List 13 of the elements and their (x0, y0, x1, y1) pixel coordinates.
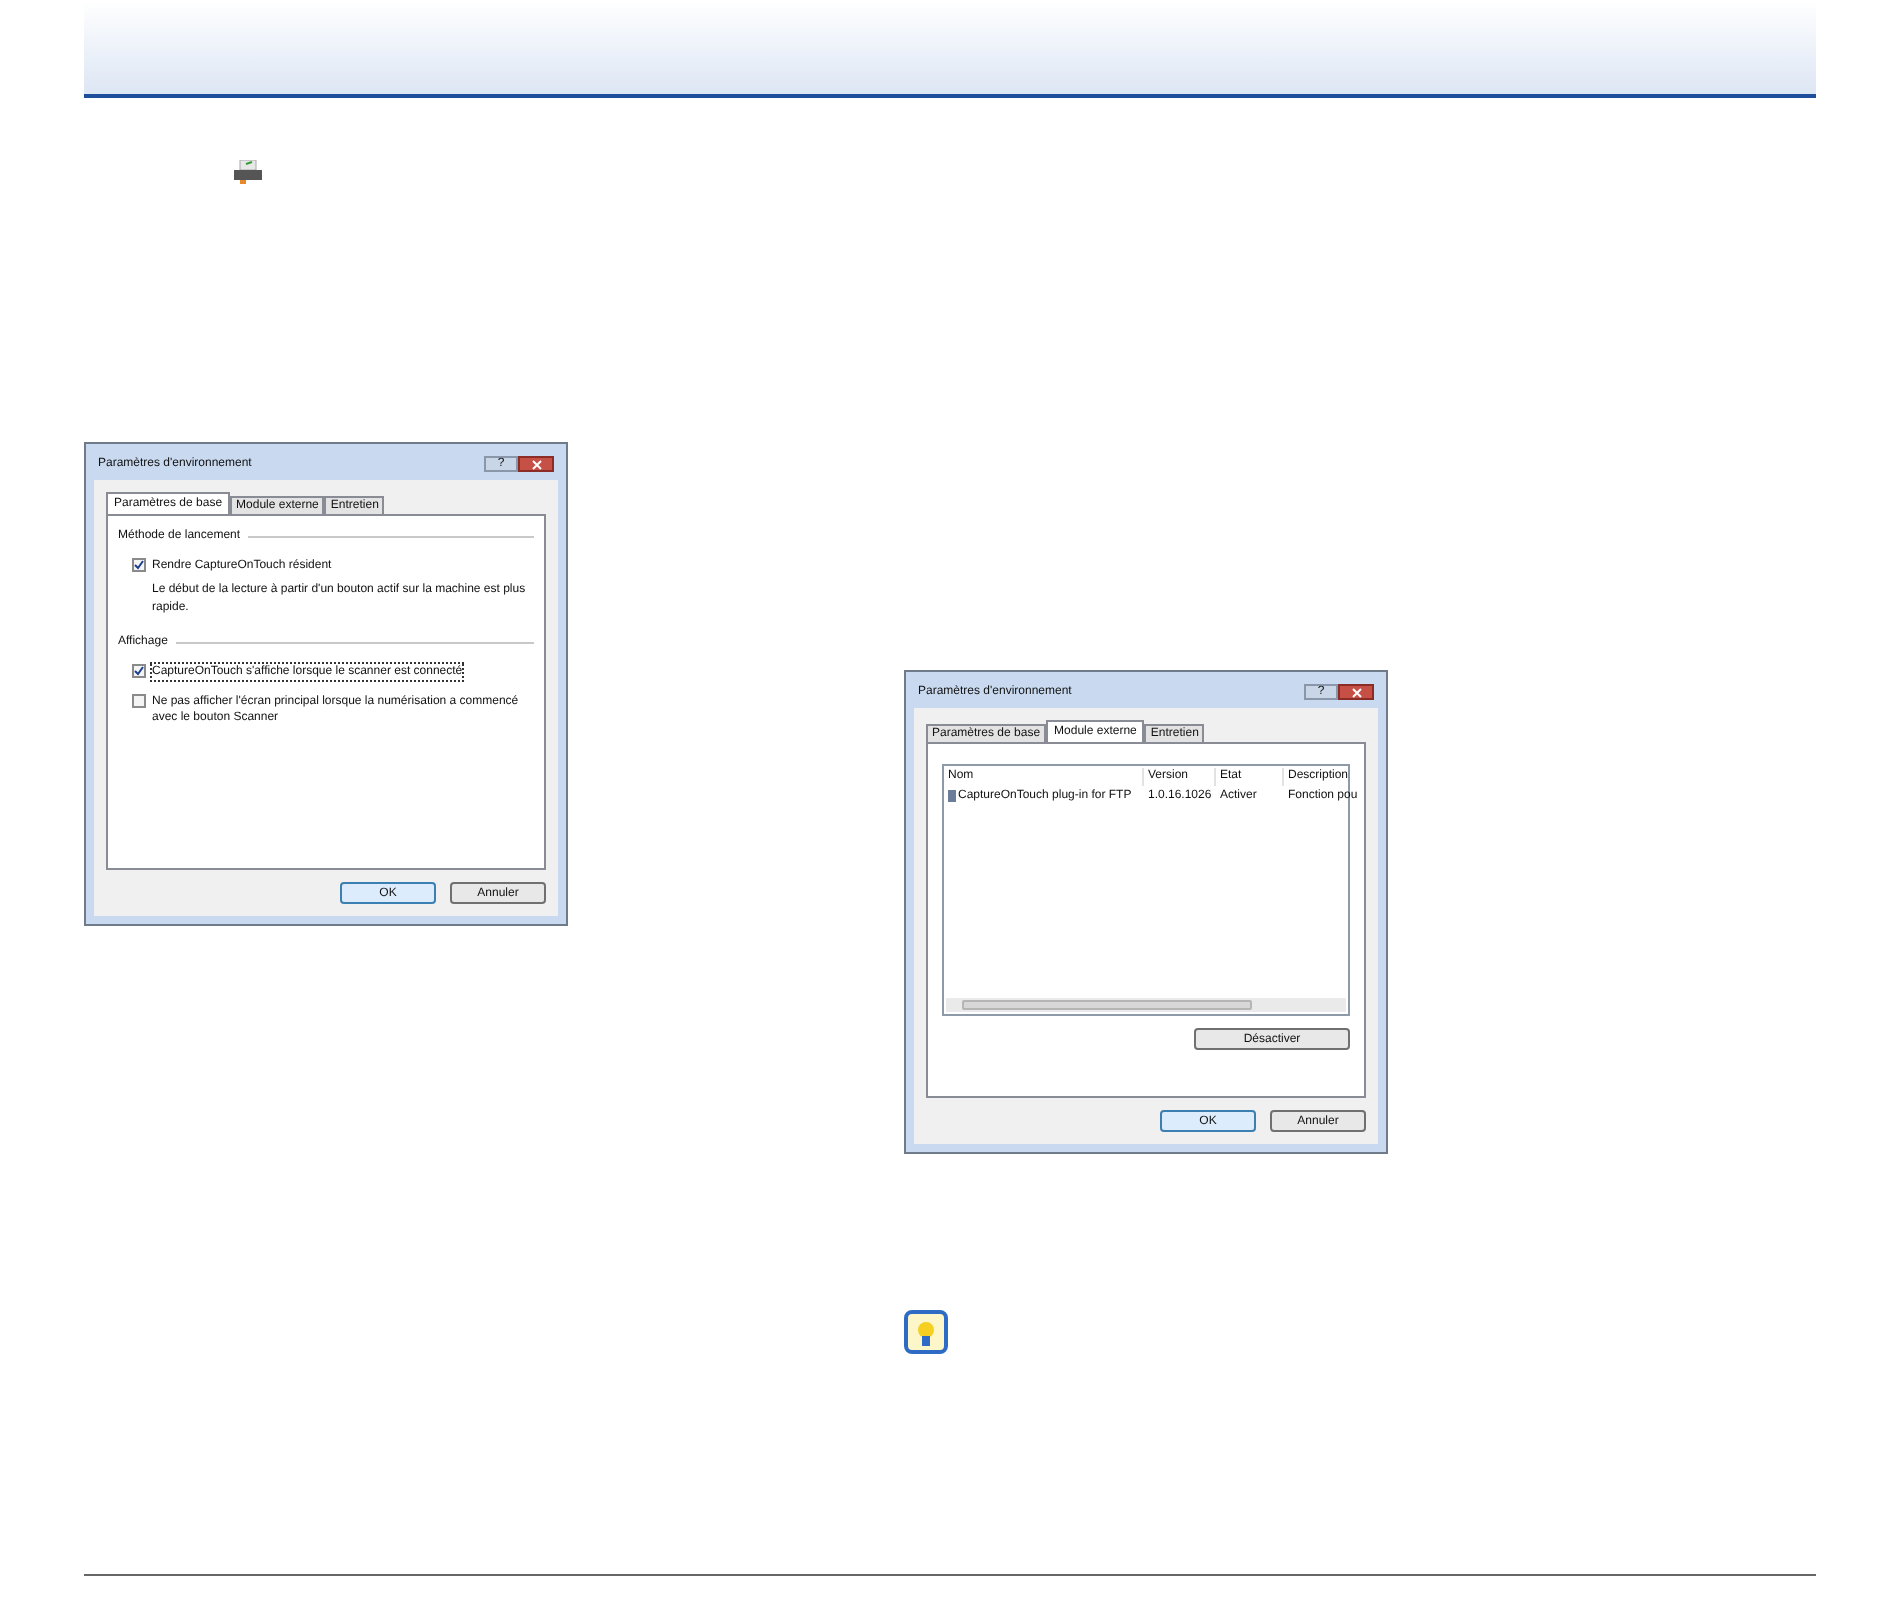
close-icon (531, 459, 541, 469)
checkbox[interactable] (132, 558, 146, 572)
checkbox[interactable] (132, 694, 146, 708)
file-icon (948, 790, 956, 802)
checkbox[interactable] (132, 664, 146, 678)
close-button[interactable] (1338, 684, 1374, 700)
close-button[interactable] (518, 456, 554, 472)
checkmark-icon (134, 560, 144, 570)
close-icon (1351, 687, 1361, 697)
checkmark-icon (134, 666, 144, 676)
lightbulb-icon (904, 1310, 948, 1354)
horizontal-scrollbar[interactable] (946, 998, 1346, 1012)
scanner-icon (234, 160, 262, 184)
